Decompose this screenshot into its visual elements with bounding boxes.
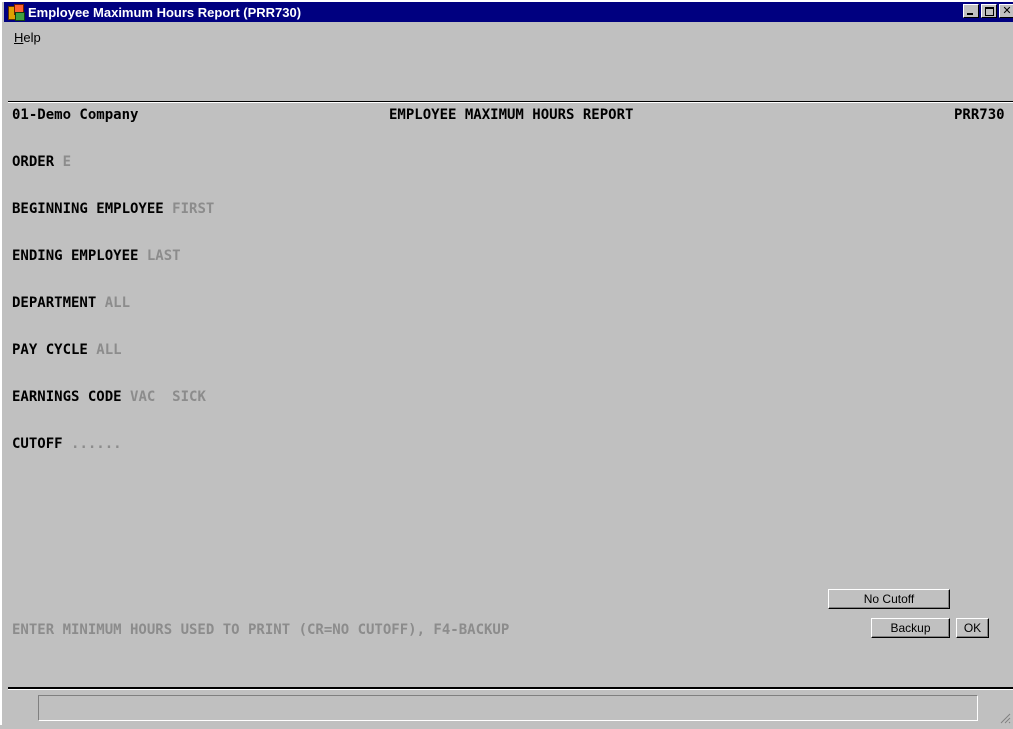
field-department-value[interactable]: ALL: [105, 295, 130, 311]
field-beginning-employee-label: BEGINNING EMPLOYEE: [12, 201, 164, 217]
field-beginning-employee-value[interactable]: FIRST: [172, 201, 214, 217]
backup-button[interactable]: Backup: [871, 618, 950, 638]
maximize-button[interactable]: [981, 4, 997, 18]
field-order-value[interactable]: E: [63, 154, 71, 170]
close-icon: ✕: [1002, 4, 1012, 17]
field-cutoff-input[interactable]: ......: [71, 436, 122, 452]
field-earnings-code-value[interactable]: VAC SICK: [130, 389, 206, 405]
field-ending-employee-value[interactable]: LAST: [147, 248, 181, 264]
field-pay-cycle-label: PAY CYCLE: [12, 342, 88, 358]
no-cutoff-button[interactable]: No Cutoff: [828, 589, 950, 609]
field-ending-employee-label: ENDING EMPLOYEE: [12, 248, 139, 264]
field-beginning-employee[interactable]: BEGINNING EMPLOYEE FIRST: [12, 201, 214, 217]
app-window: Employee Maximum Hours Report (PRR730) ✕…: [0, 0, 1013, 725]
report-title: EMPLOYEE MAXIMUM HOURS REPORT: [389, 107, 634, 123]
field-ending-employee[interactable]: ENDING EMPLOYEE LAST: [12, 248, 181, 264]
footer-divider: [8, 687, 1013, 689]
app-logo-icon[interactable]: [8, 4, 25, 21]
field-order-label: ORDER: [12, 154, 55, 170]
resize-grip-icon[interactable]: [999, 711, 1011, 724]
company-name: 01-Demo Company: [12, 107, 139, 123]
field-department[interactable]: DEPARTMENT ALL: [12, 295, 130, 311]
menu-bar: [4, 22, 1013, 44]
field-pay-cycle-value[interactable]: ALL: [96, 342, 121, 358]
field-department-label: DEPARTMENT: [12, 295, 97, 311]
report-code: PRR730: [954, 107, 1005, 123]
minimize-button[interactable]: [963, 4, 979, 18]
close-button[interactable]: ✕: [999, 4, 1013, 18]
field-cutoff-label: CUTOFF: [12, 436, 63, 452]
status-bar: [38, 695, 978, 721]
field-cutoff[interactable]: CUTOFF ......: [12, 436, 122, 452]
field-earnings-code[interactable]: EARNINGS CODE VAC SICK: [12, 389, 206, 405]
menu-help[interactable]: Help: [14, 30, 41, 45]
menu-help-label-rest: elp: [23, 30, 41, 45]
window-controls: ✕: [961, 4, 1013, 18]
title-bar[interactable]: Employee Maximum Hours Report (PRR730) ✕: [4, 2, 1013, 22]
field-order[interactable]: ORDER E: [12, 154, 71, 170]
window-title: Employee Maximum Hours Report (PRR730): [28, 4, 302, 20]
header-divider: [8, 101, 1013, 102]
field-earnings-code-label: EARNINGS CODE: [12, 389, 122, 405]
prompt-text: ENTER MINIMUM HOURS USED TO PRINT (CR=NO…: [12, 622, 510, 638]
menu-help-mnemonic: H: [14, 30, 24, 45]
field-pay-cycle[interactable]: PAY CYCLE ALL: [12, 342, 122, 358]
ok-button[interactable]: OK: [956, 618, 989, 638]
